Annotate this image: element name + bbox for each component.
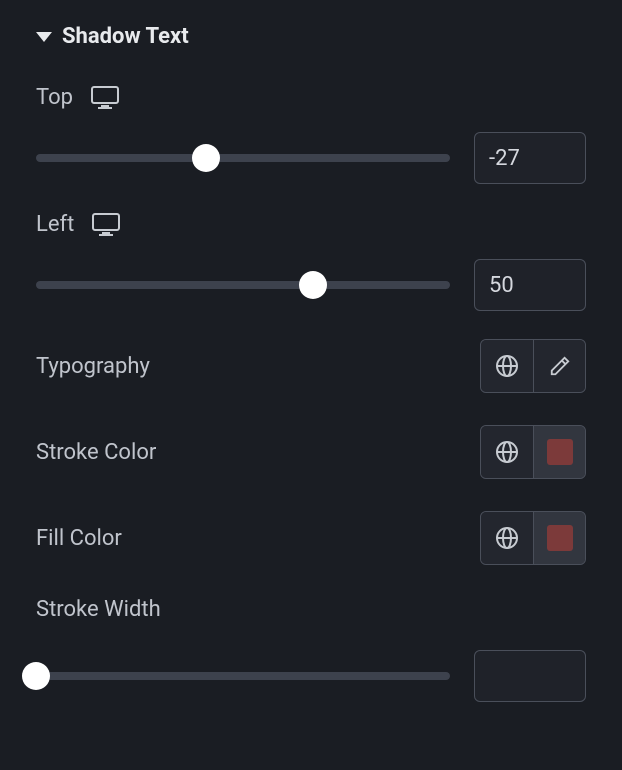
control-left: Left 50	[36, 212, 586, 311]
row-fill-color: Fill Color	[36, 511, 586, 565]
slider-thumb[interactable]	[299, 271, 327, 299]
slider-left[interactable]	[36, 274, 450, 296]
label-fill-color: Fill Color	[36, 526, 122, 551]
section-title: Shadow Text	[62, 24, 189, 49]
control-stroke-width: Stroke Width	[36, 597, 586, 702]
control-top: Top -27	[36, 85, 586, 184]
slider-track	[36, 281, 450, 289]
color-swatch	[547, 525, 573, 551]
label-left: Left	[36, 212, 74, 237]
typography-buttons	[480, 339, 586, 393]
edit-button[interactable]	[533, 340, 585, 392]
slider-track	[36, 672, 450, 680]
label-top: Top	[36, 85, 73, 110]
stroke-color-buttons	[480, 425, 586, 479]
desktop-icon[interactable]	[92, 213, 120, 237]
label-typography: Typography	[36, 354, 150, 379]
value-stroke-width[interactable]	[474, 650, 586, 702]
fill-color-buttons	[480, 511, 586, 565]
globe-button[interactable]	[481, 426, 533, 478]
label-stroke-width: Stroke Width	[36, 597, 161, 622]
section-header[interactable]: Shadow Text	[36, 24, 586, 49]
slider-top[interactable]	[36, 147, 450, 169]
row-stroke-color: Stroke Color	[36, 425, 586, 479]
label-stroke-color: Stroke Color	[36, 440, 156, 465]
value-left[interactable]: 50	[474, 259, 586, 311]
value-top[interactable]: -27	[474, 132, 586, 184]
caret-down-icon	[36, 30, 52, 44]
slider-stroke-width[interactable]	[36, 665, 450, 687]
globe-button[interactable]	[481, 512, 533, 564]
color-swatch-button[interactable]	[533, 426, 585, 478]
desktop-icon[interactable]	[91, 86, 119, 110]
slider-track	[36, 154, 450, 162]
globe-button[interactable]	[481, 340, 533, 392]
color-swatch	[547, 439, 573, 465]
row-typography: Typography	[36, 339, 586, 393]
color-swatch-button[interactable]	[533, 512, 585, 564]
slider-thumb[interactable]	[22, 662, 50, 690]
slider-thumb[interactable]	[192, 144, 220, 172]
